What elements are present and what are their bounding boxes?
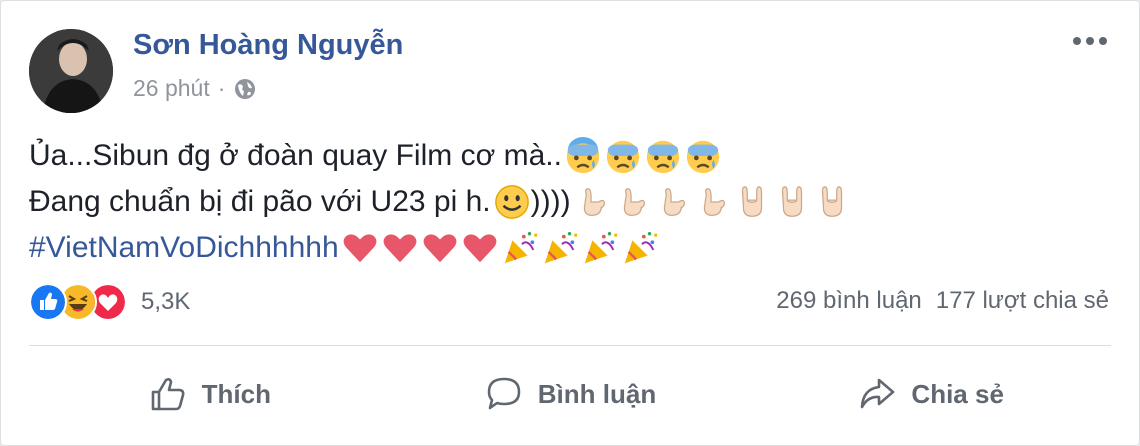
party-popper-icon <box>584 232 617 264</box>
divider <box>29 345 1111 346</box>
more-options-icon[interactable] <box>1069 31 1111 51</box>
like-icon <box>29 283 67 321</box>
sad-sweat-emoji-icon <box>606 140 640 174</box>
post-meta: 26 phút · <box>133 75 257 102</box>
hashtag-link[interactable]: #VietNamVoDichhhhhh <box>29 225 339 271</box>
author-name[interactable]: Sơn Hoàng Nguyễn <box>133 29 403 62</box>
call-me-hand-icon <box>583 188 605 216</box>
post-time[interactable]: 26 phút <box>133 75 210 102</box>
reaction-count[interactable]: 5,3K <box>141 288 190 316</box>
comment-icon <box>487 377 521 410</box>
party-popper-icon <box>624 232 657 264</box>
post-text: Ủa...Sibun đg ở đoàn quay Film cơ mà.. Đ… <box>29 133 851 271</box>
thumbs-up-icon <box>151 378 185 411</box>
heart-emoji-icon <box>423 234 457 263</box>
post-text-line2a: Đang chuẩn bị đi pão với U23 pi h. <box>29 185 491 218</box>
post-stats: 269 bình luận 177 lượt chia sẻ <box>776 287 1109 315</box>
comment-label: Bình luận <box>537 378 657 409</box>
avatar[interactable] <box>29 29 113 113</box>
post-line-1: Ủa...Sibun đg ở đoàn quay Film cơ mà.. <box>29 133 851 179</box>
post-line-2: Đang chuẩn bị đi pão với U23 pi h. )))) <box>29 179 851 225</box>
share-label: Chia sẻ <box>911 378 1004 409</box>
reaction-summary[interactable]: 5,3K <box>29 283 190 321</box>
globe-icon[interactable] <box>233 77 257 101</box>
share-button[interactable]: Chia sẻ <box>750 349 1111 439</box>
action-bar: Thích Bình luận Chia sẻ <box>29 349 1111 439</box>
heart-emoji-icon <box>343 234 377 263</box>
party-popper-icon <box>504 232 537 264</box>
post-card: Sơn Hoàng Nguyễn 26 phút · Ủa...Sibun đg… <box>0 0 1140 446</box>
rock-hand-icon <box>741 186 762 217</box>
heart-emoji-icon <box>383 234 417 263</box>
sad-sweat-emoji-icon <box>686 140 720 174</box>
comment-count[interactable]: 269 bình luận <box>776 287 921 315</box>
sad-sweat-emoji-icon <box>646 140 680 174</box>
smile-emoji-icon <box>494 185 529 219</box>
party-popper-icon <box>544 232 577 264</box>
post-text-line2b: )))) <box>530 185 571 218</box>
sad-sweat-emoji-icon <box>566 137 600 174</box>
rock-hand-icon <box>821 186 842 217</box>
comment-button[interactable]: Bình luận <box>390 349 751 439</box>
share-count[interactable]: 177 lượt chia sẻ <box>936 287 1109 315</box>
call-me-hand-icon <box>703 188 725 216</box>
rock-hand-icon <box>781 186 802 217</box>
share-icon <box>861 378 895 409</box>
call-me-hand-icon <box>663 188 685 216</box>
meta-separator: · <box>217 75 226 101</box>
like-button[interactable]: Thích <box>29 349 390 439</box>
post-line-3: #VietNamVoDichhhhhh <box>29 225 851 271</box>
heart-emoji-icon <box>463 234 497 263</box>
like-label: Thích <box>201 378 271 409</box>
post-text-line1: Ủa...Sibun đg ở đoàn quay Film cơ mà.. <box>29 139 562 172</box>
call-me-hand-icon <box>623 188 645 216</box>
